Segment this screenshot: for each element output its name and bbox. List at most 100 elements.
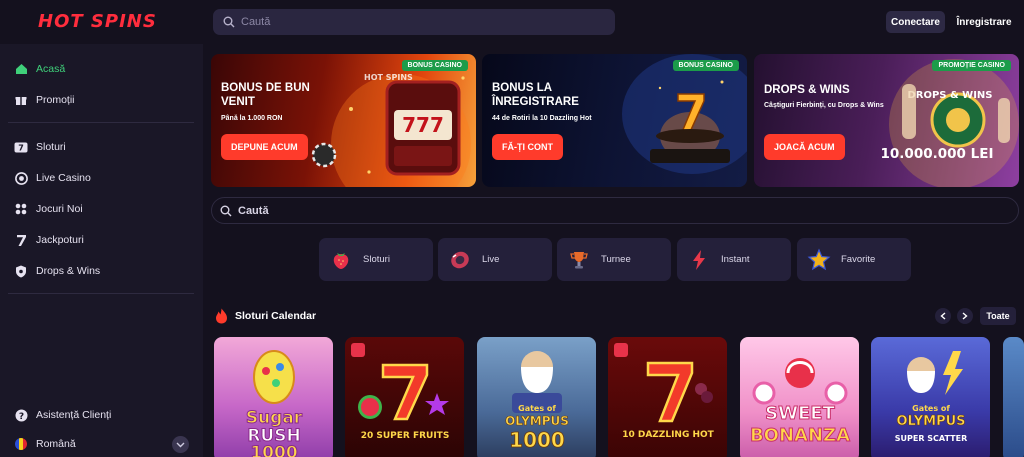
category-label: Favorite	[841, 254, 876, 265]
see-all-button[interactable]: Toate	[980, 307, 1016, 325]
banner-title: BONUS LA ÎNREGISTRARE	[492, 82, 579, 108]
top-bar: HOT SPINS Conectare Înregistrare	[0, 0, 1024, 44]
banner-registration-bonus[interactable]: BONUS CASINO BONUS LA ÎNREGISTRARE 44 de…	[482, 54, 747, 187]
category-label: Turnee	[601, 254, 631, 265]
sidebar-item-label: Jackpoturi	[36, 234, 84, 246]
game-title-art: SUPER SCATTER	[895, 434, 967, 443]
category-favorites[interactable]: Favorite	[797, 238, 911, 281]
banner-subtitle: Câștiguri Fierbinți, cu Drops & Wins	[764, 102, 884, 109]
game-title-art: 1000	[509, 428, 565, 452]
game-title-art: 20 SUPER FRUITS	[361, 431, 450, 441]
category-label: Sloturi	[363, 254, 390, 265]
search-icon	[220, 205, 232, 216]
banner-tag: BONUS CASINO	[401, 60, 468, 71]
carousel-next-button[interactable]	[957, 308, 973, 324]
language-label: Română	[36, 438, 76, 450]
svg-text:7: 7	[18, 143, 24, 152]
strawberry-icon	[333, 252, 349, 269]
section-title: Sloturi Calendar	[235, 310, 317, 322]
sidebar: Acasă Promoții 7 Sloturi Live Casino Joc…	[0, 44, 203, 457]
grid-icon	[14, 202, 28, 216]
banner-cta-button[interactable]: FĂ-ȚI CONT	[492, 134, 563, 160]
header-search-input[interactable]	[241, 16, 601, 28]
app-root: HOT SPINS Conectare Înregistrare Acasă P…	[0, 0, 1024, 457]
sidebar-item-drops-wins[interactable]: Drops & Wins	[14, 260, 194, 282]
banner-prize: 10.000.000 LEI	[881, 146, 994, 162]
header-search[interactable]	[213, 9, 615, 35]
category-instant[interactable]: Instant	[677, 238, 791, 281]
category-slots[interactable]: Sloturi	[319, 238, 433, 281]
sidebar-item-live-casino[interactable]: Live Casino	[14, 167, 194, 189]
sidebar-item-label: Asistență Clienți	[36, 409, 112, 421]
game-tile-gates-of-olympus-super-scatter[interactable]: Gates of OLYMPUS SUPER SCATTER	[871, 337, 990, 457]
seven-icon	[14, 233, 28, 247]
sidebar-item-slots[interactable]: 7 Sloturi	[14, 136, 194, 158]
chevron-right-icon	[962, 312, 968, 320]
game-art: SWEET BONANZA	[749, 358, 851, 447]
sidebar-divider	[8, 122, 194, 123]
banner-cta-button[interactable]: JOACĂ ACUM	[764, 134, 845, 160]
banner-tag: BONUS CASINO	[672, 60, 739, 71]
banner-art-logo: DROPS & WINS	[907, 90, 992, 101]
sidebar-item-label: Promoții	[36, 94, 75, 106]
category-label: Live	[482, 254, 500, 265]
banner-title: BONUS DE BUN VENIT	[221, 82, 310, 108]
game-tile-sugar-rush[interactable]: Sugar RUSH 1000	[214, 337, 333, 457]
sidebar-item-support[interactable]: ? Asistență Clienți	[14, 404, 194, 426]
banner-art-logo: HOT SPINS	[364, 73, 413, 82]
language-selector[interactable]: Română	[14, 433, 194, 455]
sidebar-item-label: Sloturi	[36, 141, 66, 153]
gift-icon	[14, 93, 28, 107]
svg-text:?: ?	[18, 412, 23, 422]
game-title-art: SWEET	[765, 403, 835, 424]
sidebar-item-label: Acasă	[36, 63, 66, 75]
provider-badge	[614, 343, 628, 357]
banner-tag: PROMOȚIE CASINO	[932, 60, 1011, 71]
game-tile-gates-of-olympus-1000[interactable]: Gates of OLYMPUS 1000	[477, 337, 596, 457]
help-icon: ?	[14, 408, 28, 422]
sidebar-item-jackpots[interactable]: Jackpoturi	[14, 229, 194, 251]
game-title-art: OLYMPUS	[896, 414, 965, 429]
sidebar-item-new-games[interactable]: Jocuri Noi	[14, 198, 194, 220]
banner-welcome-bonus[interactable]: 777 HOT SPINS BONUS CASINO BONUS DE BUN …	[211, 54, 476, 187]
games-search[interactable]	[211, 197, 1019, 224]
sidebar-item-home[interactable]: Acasă	[14, 58, 194, 80]
games-search-input[interactable]	[238, 204, 998, 217]
game-tile-sweet-bonanza[interactable]: SWEET BONANZA	[740, 337, 859, 457]
banner-drops-wins[interactable]: DROPS & WINS 10.000.000 LEI PROMOȚIE CAS…	[754, 54, 1019, 187]
search-icon	[223, 16, 235, 28]
trophy-icon	[570, 251, 588, 268]
category-live[interactable]: Live	[438, 238, 552, 281]
star-icon	[807, 247, 831, 270]
home-icon	[14, 62, 28, 76]
game-title-art: 1000	[250, 443, 297, 457]
category-tournaments[interactable]: Turnee	[557, 238, 671, 281]
banner-cta-button[interactable]: DEPUNE ACUM	[221, 134, 308, 160]
game-title-art: 10 DAZZLING HOT	[622, 430, 714, 440]
sidebar-item-label: Live Casino	[36, 172, 91, 184]
game-tile-20-super-fruits[interactable]: 20 SUPER FRUITS	[345, 337, 464, 457]
game-title-art: Gates of	[912, 404, 950, 413]
brand-logo[interactable]: HOT SPINS	[38, 11, 157, 32]
sidebar-item-promotions[interactable]: Promoții	[14, 89, 194, 111]
register-button[interactable]: Înregistrare	[953, 11, 1015, 33]
chevron-left-icon	[940, 312, 946, 320]
login-button[interactable]: Conectare	[886, 11, 945, 33]
banner-art-drops-wins: DROPS & WINS 10.000.000 LEI	[881, 59, 1019, 187]
banner-subtitle: Până la 1.000 RON	[221, 115, 283, 122]
game-title-art: Gates of	[518, 404, 556, 413]
game-tile-partial[interactable]	[1003, 337, 1024, 457]
game-art: Gates of OLYMPUS 1000	[505, 351, 569, 452]
svg-text:777: 777	[402, 113, 444, 137]
lightning-icon	[693, 249, 705, 270]
game-title-art: BONANZA	[750, 425, 850, 446]
game-art: Sugar RUSH 1000	[245, 350, 303, 457]
chevron-down-icon	[176, 442, 185, 447]
game-title-art: OLYMPUS	[505, 414, 569, 428]
game-title-art: Sugar	[246, 408, 303, 428]
language-expand-button[interactable]	[172, 436, 189, 453]
banner-title: DROPS & WINS	[764, 84, 850, 96]
carousel-prev-button[interactable]	[935, 308, 951, 324]
sidebar-item-label: Jocuri Noi	[36, 203, 83, 215]
game-tile-10-dazzling-hot[interactable]: 10 DAZZLING HOT	[608, 337, 727, 457]
